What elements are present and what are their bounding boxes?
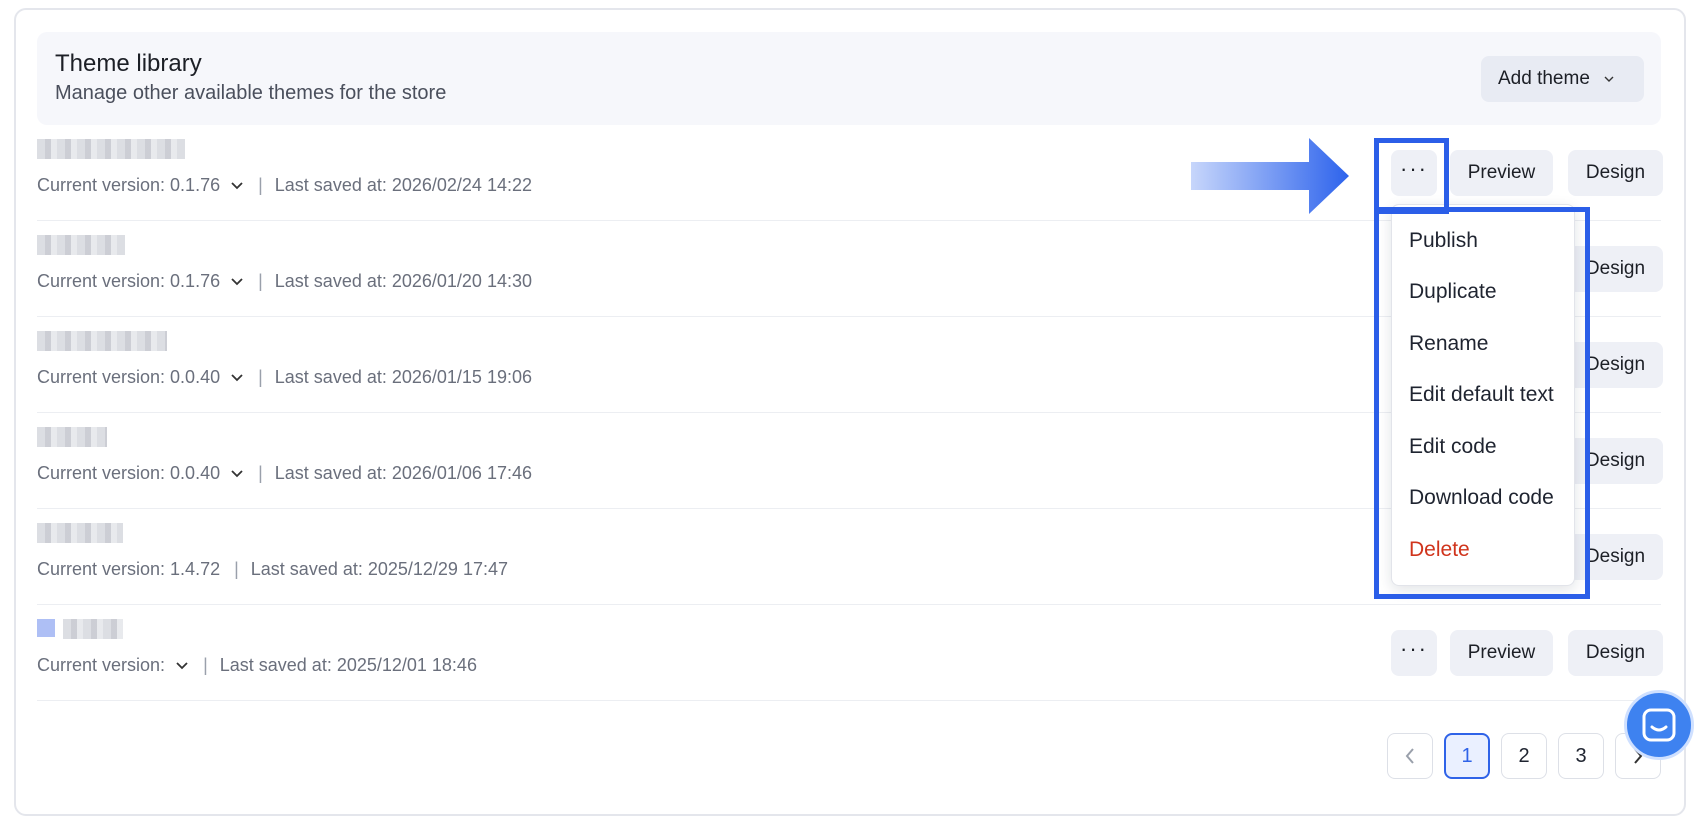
version-text: Current version: — [37, 655, 166, 675]
preview-button[interactable]: Preview — [1450, 150, 1553, 196]
prev-page-button[interactable] — [1387, 733, 1433, 779]
chevron-down-icon — [231, 469, 243, 477]
theme-meta: Current version: 0.1.76 | Last saved at:… — [37, 271, 532, 292]
version-selector[interactable]: Current version: 0.1.76 — [37, 175, 244, 196]
version-text: Current version: 0.0.40 — [37, 463, 221, 483]
version-selector[interactable]: Current version: 0.1.76 — [37, 271, 244, 292]
theme-actions-menu: Publish Duplicate Rename Edit default te… — [1391, 204, 1575, 586]
add-theme-button[interactable]: Add theme — [1481, 56, 1644, 102]
last-saved-text: Last saved at: 2026/01/06 17:46 — [274, 463, 532, 483]
page-subtitle: Manage other available themes for the st… — [55, 82, 447, 104]
menu-item-delete[interactable]: Delete — [1409, 538, 1470, 562]
preview-button[interactable]: Preview — [1450, 630, 1553, 676]
menu-item-publish[interactable]: Publish — [1409, 229, 1478, 253]
chat-icon — [1642, 708, 1676, 742]
theme-name-blurred — [37, 427, 107, 447]
version-selector[interactable]: Current version: — [37, 655, 189, 676]
theme-meta: Current version: | Last saved at: 2025/1… — [37, 655, 477, 676]
chevron-down-icon — [231, 181, 243, 189]
menu-item-duplicate[interactable]: Duplicate — [1409, 280, 1497, 304]
theme-name-blurred — [37, 523, 123, 543]
chat-support-button[interactable] — [1624, 690, 1694, 760]
last-saved-text: Last saved at: 2026/01/20 14:30 — [274, 271, 532, 291]
page-3-button[interactable]: 3 — [1558, 733, 1604, 779]
chevron-down-icon — [176, 661, 188, 669]
menu-item-download-code[interactable]: Download code — [1409, 486, 1554, 510]
ellipsis-icon: ··· — [1400, 156, 1428, 181]
theme-library-header: Theme library Manage other available the… — [37, 32, 1661, 125]
version-selector[interactable]: Current version: 0.0.40 — [37, 367, 244, 388]
chevron-left-icon — [1405, 748, 1414, 764]
version-text: Current version: 1.4.72 — [37, 559, 221, 579]
menu-item-edit-default-text[interactable]: Edit default text — [1409, 383, 1554, 407]
divider: | — [258, 463, 263, 483]
last-saved-text: Last saved at: 2026/01/15 19:06 — [274, 367, 532, 387]
version-text: Current version: 0.1.76 — [37, 271, 221, 291]
version-text: Current version: 0.1.76 — [37, 175, 221, 195]
version-selector[interactable]: Current version: 0.0.40 — [37, 463, 244, 484]
design-button[interactable]: Design — [1568, 246, 1663, 292]
more-actions-button[interactable]: ··· — [1391, 630, 1437, 676]
annotation-arrow-icon — [1191, 138, 1349, 214]
divider: | — [258, 367, 263, 387]
more-actions-button[interactable]: ··· — [1391, 150, 1437, 196]
design-button[interactable]: Design — [1568, 630, 1663, 676]
theme-meta: Current version: 0.0.40 | Last saved at:… — [37, 367, 532, 388]
version-text: Current version: 0.0.40 — [37, 367, 221, 387]
theme-name-blurred — [37, 139, 185, 159]
theme-name-blurred — [37, 619, 123, 639]
menu-item-rename[interactable]: Rename — [1409, 332, 1488, 356]
divider: | — [258, 175, 263, 195]
last-saved-text: Last saved at: 2025/12/29 17:47 — [250, 559, 508, 579]
design-button[interactable]: Design — [1568, 534, 1663, 580]
menu-item-edit-code[interactable]: Edit code — [1409, 435, 1497, 459]
design-button[interactable]: Design — [1568, 150, 1663, 196]
theme-meta: Current version: 0.0.40 | Last saved at:… — [37, 463, 532, 484]
theme-meta: Current version: 0.1.76 | Last saved at:… — [37, 175, 532, 196]
theme-name-blurred — [37, 331, 167, 351]
chevron-down-icon — [231, 373, 243, 381]
page-2-button[interactable]: 2 — [1501, 733, 1547, 779]
theme-meta: Current version: 1.4.72 | Last saved at:… — [37, 559, 508, 580]
ellipsis-icon: ··· — [1400, 636, 1428, 661]
chevron-down-icon — [1604, 76, 1614, 82]
page-1-button[interactable]: 1 — [1444, 733, 1490, 779]
chevron-down-icon — [231, 277, 243, 285]
design-button[interactable]: Design — [1568, 342, 1663, 388]
divider: | — [258, 271, 263, 291]
last-saved-text: Last saved at: 2026/02/24 14:22 — [274, 175, 532, 195]
design-button[interactable]: Design — [1568, 438, 1663, 484]
page-title: Theme library — [55, 50, 202, 77]
theme-name-blurred — [37, 235, 125, 255]
divider: | — [203, 655, 208, 675]
add-theme-label: Add theme — [1498, 68, 1590, 89]
last-saved-text: Last saved at: 2025/12/01 18:46 — [219, 655, 477, 675]
divider: | — [234, 559, 239, 579]
theme-row: Current version: | Last saved at: 2025/1… — [37, 605, 1663, 701]
theme-thumbnail — [37, 619, 55, 637]
